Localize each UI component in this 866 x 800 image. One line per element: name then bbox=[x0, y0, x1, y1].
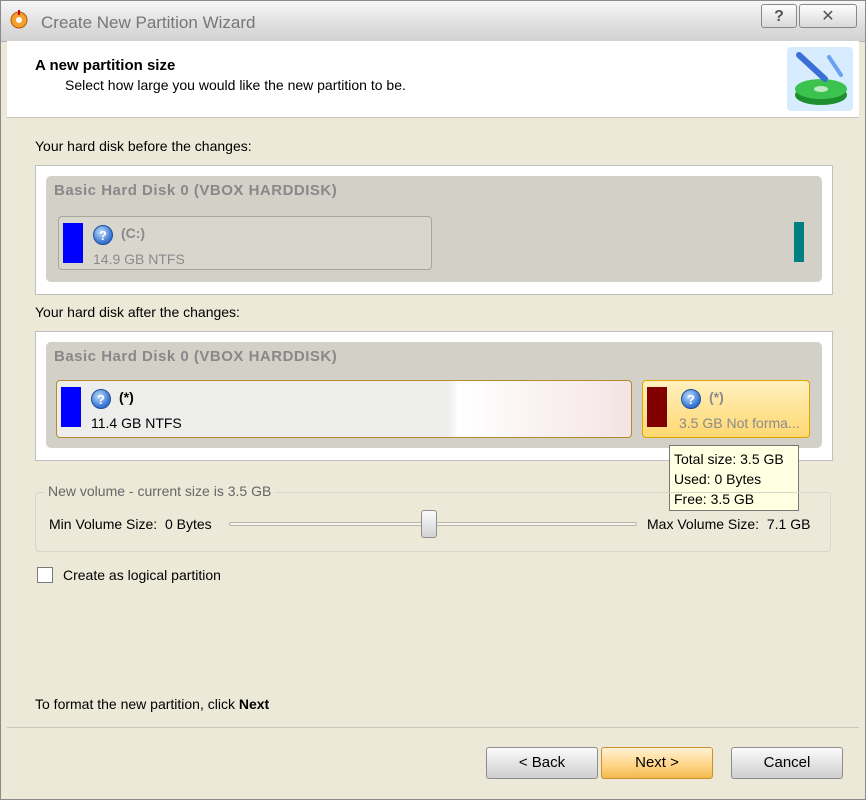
partition-wizard-icon bbox=[10, 10, 28, 29]
disk-wizard-icon bbox=[787, 47, 853, 111]
new-volume-legend: New volume - current size is 3.5 GB bbox=[44, 483, 276, 499]
partition-info: 11.4 GB NTFS bbox=[91, 415, 182, 431]
after-partition-2[interactable]: ? (*) 3.5 GB Not forma... bbox=[642, 380, 810, 438]
tooltip-total: Total size: 3.5 GB bbox=[674, 451, 784, 467]
partition-name: (C:) bbox=[121, 225, 146, 241]
partition-name: (*) bbox=[119, 389, 134, 405]
min-volume-label: Min Volume Size: 0 Bytes bbox=[49, 516, 212, 532]
partition-name: (*) bbox=[709, 389, 724, 405]
next-button[interactable]: Next > bbox=[601, 747, 713, 779]
instruction-text: To format the new partition, click bbox=[35, 696, 235, 712]
max-volume-label: Max Volume Size: 7.1 GB bbox=[647, 516, 810, 532]
close-button[interactable]: ✕ bbox=[799, 4, 857, 28]
unallocated-tail-swatch bbox=[794, 222, 804, 262]
after-disk-frame: Basic Hard Disk 0 (VBOX HARDDISK) ? (*) … bbox=[35, 331, 833, 461]
partition-color-swatch bbox=[61, 387, 81, 427]
min-volume-value: 0 Bytes bbox=[164, 516, 212, 532]
page-subtitle: Select how large you would like the new … bbox=[65, 77, 406, 93]
cancel-button[interactable]: Cancel bbox=[731, 747, 843, 779]
wizard-window: Create New Partition Wizard ? ✕ A new pa… bbox=[0, 0, 866, 800]
before-disk-panel: Basic Hard Disk 0 (VBOX HARDDISK) ? (C:)… bbox=[46, 176, 822, 282]
question-icon: ? bbox=[91, 389, 111, 409]
instruction-next-word: Next bbox=[238, 696, 270, 712]
window-title: Create New Partition Wizard bbox=[41, 13, 256, 32]
partition-color-swatch bbox=[63, 223, 83, 263]
max-volume-value: 7.1 GB bbox=[766, 516, 811, 532]
partition-color-swatch bbox=[647, 387, 667, 427]
volume-slider-thumb[interactable] bbox=[421, 510, 438, 538]
before-disk-name: Basic Hard Disk 0 (VBOX HARDDISK) bbox=[54, 182, 338, 199]
question-icon: ? bbox=[681, 389, 701, 409]
max-volume-caption: Max Volume Size: bbox=[647, 516, 760, 532]
after-disk-panel: Basic Hard Disk 0 (VBOX HARDDISK) ? (*) … bbox=[46, 342, 822, 448]
tooltip-used: Used: 0 Bytes bbox=[674, 471, 762, 487]
after-disk-name: Basic Hard Disk 0 (VBOX HARDDISK) bbox=[54, 348, 338, 365]
logical-partition-checkbox[interactable] bbox=[37, 567, 53, 583]
after-label: Your hard disk after the changes: bbox=[35, 304, 240, 320]
after-partition-1[interactable]: ? (*) 11.4 GB NTFS bbox=[56, 380, 632, 438]
min-volume-caption: Min Volume Size: bbox=[49, 516, 158, 532]
partition-info: 14.9 GB NTFS bbox=[93, 251, 185, 267]
question-icon: ? bbox=[93, 225, 113, 245]
title-bar[interactable]: Create New Partition Wizard ? ✕ bbox=[1, 1, 865, 42]
partition-info: 3.5 GB Not forma... bbox=[679, 415, 800, 431]
logical-partition-label[interactable]: Create as logical partition bbox=[63, 567, 221, 583]
before-label: Your hard disk before the changes: bbox=[35, 138, 252, 154]
page-title: A new partition size bbox=[35, 57, 176, 74]
help-button[interactable]: ? bbox=[761, 4, 797, 28]
before-disk-frame: Basic Hard Disk 0 (VBOX HARDDISK) ? (C:)… bbox=[35, 165, 833, 295]
before-partition-c[interactable]: ? (C:) 14.9 GB NTFS bbox=[58, 216, 432, 270]
back-button[interactable]: < Back bbox=[486, 747, 598, 779]
wizard-header: A new partition size Select how large yo… bbox=[7, 41, 859, 118]
format-instruction: To format the new partition, click Next bbox=[35, 696, 269, 712]
footer-divider bbox=[7, 727, 859, 728]
